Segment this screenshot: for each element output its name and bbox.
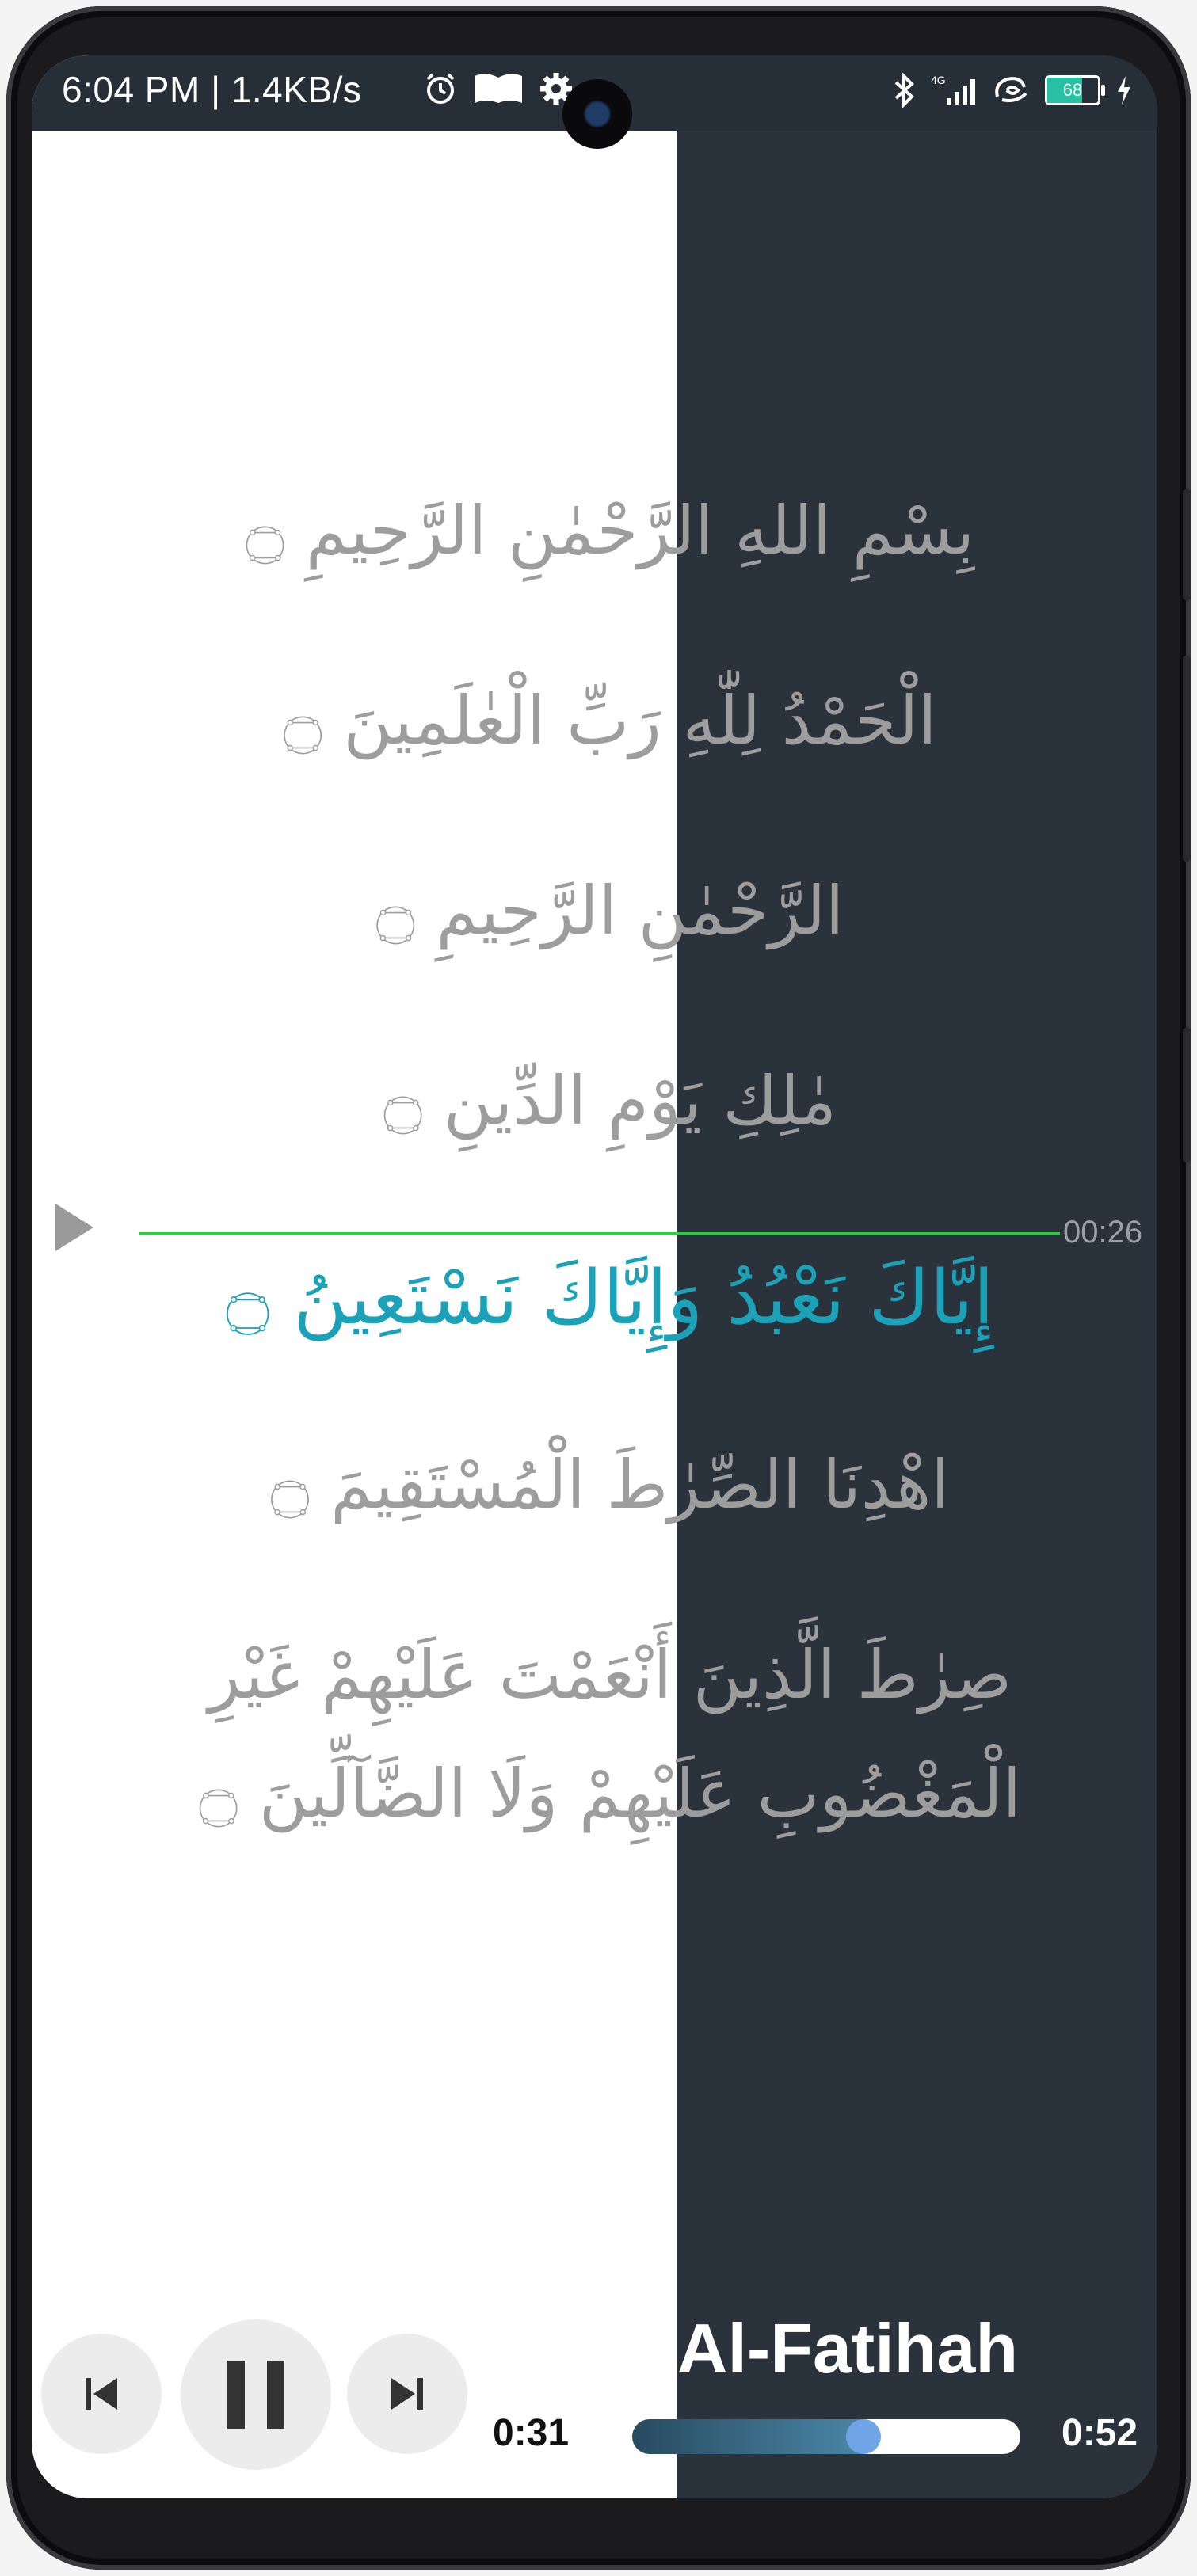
- progress-knob[interactable]: [846, 2419, 882, 2454]
- player-controls: Al-Fatihah 0:31 0:52: [32, 2293, 1157, 2498]
- elapsed-time: 0:31: [493, 2412, 570, 2454]
- progress-slider[interactable]: [632, 2419, 1020, 2454]
- verse-4[interactable]: مٰلِكِ يَوْمِ الدِّينِ ۝: [135, 1041, 1085, 1160]
- verse-6[interactable]: اهْدِنَا الصِّرٰطَ الْمُسْتَقِيمَ ۝: [135, 1425, 1085, 1544]
- front-camera: [562, 79, 632, 149]
- bluetooth-icon: [894, 73, 914, 108]
- total-time: 0:52: [1062, 2412, 1138, 2454]
- pause-button[interactable]: [181, 2319, 331, 2470]
- verse-1[interactable]: بِسْمِ اللهِ الرَّحْمٰنِ الرَّحِيمِ ۝: [135, 471, 1085, 590]
- previous-button[interactable]: [41, 2334, 162, 2454]
- side-button: [1183, 489, 1191, 600]
- battery-icon: 68: [1045, 75, 1105, 105]
- active-verse-indicator: [139, 1232, 1060, 1235]
- signal-4g-icon: 4G: [931, 74, 975, 105]
- status-left-icons: [423, 71, 574, 106]
- verse-2[interactable]: الْحَمْدُ لِلّٰهِ رَبِّ الْعٰلَمِينَ ۝: [135, 661, 1085, 780]
- next-button[interactable]: [347, 2334, 467, 2454]
- progress-fill: [632, 2419, 864, 2454]
- hotspot-icon: [995, 77, 1027, 102]
- screen: 6:04 PM | 1.4KB/s 4G 68 بِسْمِ اللهِ الر…: [32, 55, 1157, 2498]
- verse-7[interactable]: صِرٰطَ الَّذِينَ أَنْعَمْتَ عَلَيْهِمْ غ…: [158, 1615, 1062, 1853]
- track-title: Al-Fatihah: [677, 2309, 1019, 2388]
- pause-icon: [227, 2361, 284, 2429]
- alarm-icon: [426, 73, 455, 104]
- skip-previous-icon: [86, 2378, 117, 2410]
- status-time-speed: 6:04 PM | 1.4KB/s: [62, 69, 362, 110]
- skip-next-icon: [391, 2378, 423, 2410]
- volume-button: [1183, 656, 1191, 862]
- power-button: [1183, 1028, 1191, 1162]
- battery-level: 68: [1062, 80, 1083, 100]
- svg-text:4G: 4G: [931, 74, 946, 86]
- status-bar: 6:04 PM | 1.4KB/s 4G 68: [32, 55, 1157, 149]
- status-right-icons: 4G 68: [893, 73, 1134, 108]
- charging-icon: [1118, 76, 1130, 105]
- verse-5-active[interactable]: إِيَّاكَ نَعْبُدُ وَإِيَّاكَ نَسْتَعِينُ…: [135, 1239, 1085, 1358]
- verse-3[interactable]: الرَّحْمٰنِ الرَّحِيمِ ۝: [135, 851, 1085, 970]
- verse-play-icon[interactable]: [55, 1204, 93, 1251]
- book-icon: [475, 74, 522, 103]
